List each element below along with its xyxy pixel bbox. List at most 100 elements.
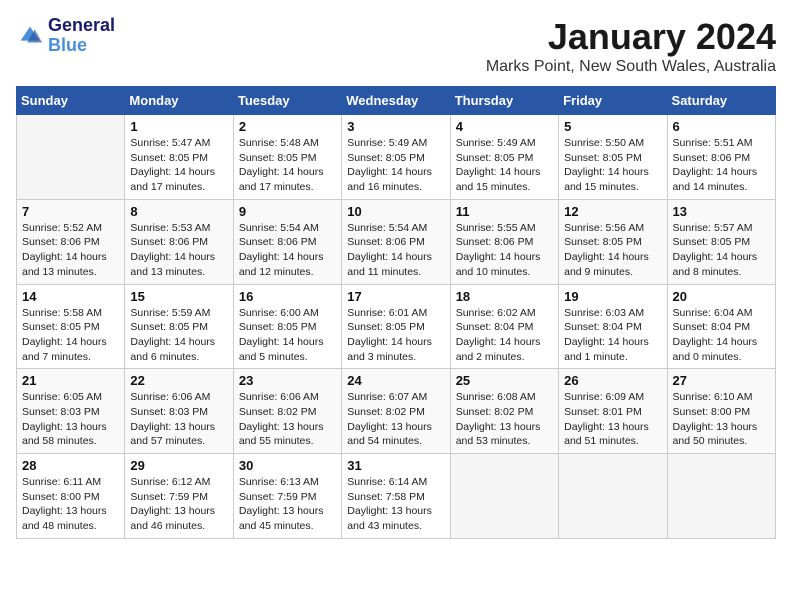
day-info: Sunrise: 6:14 AM Sunset: 7:58 PM Dayligh… — [347, 475, 444, 534]
day-number: 15 — [130, 289, 227, 304]
weekday-header-cell: Wednesday — [342, 87, 450, 115]
calendar-day-cell: 20 Sunrise: 6:04 AM Sunset: 8:04 PM Dayli… — [667, 284, 775, 369]
calendar-table: SundayMondayTuesdayWednesdayThursdayFrid… — [16, 86, 776, 539]
day-info: Sunrise: 5:51 AM Sunset: 8:06 PM Dayligh… — [673, 136, 770, 195]
day-number: 7 — [22, 204, 119, 219]
calendar-day-cell: 5Sunrise: 5:50 AM Sunset: 8:05 PM Daylig… — [559, 115, 667, 200]
calendar-day-cell: 27 Sunrise: 6:10 AM Sunset: 8:00 PM Dayli… — [667, 369, 775, 454]
calendar-day-cell: 28Sunrise: 6:11 AM Sunset: 8:00 PM Dayli… — [17, 454, 125, 539]
day-number: 4 — [456, 119, 553, 134]
calendar-day-cell: 14 Sunrise: 5:58 AM Sunset: 8:05 PM Dayli… — [17, 284, 125, 369]
calendar-day-cell — [559, 454, 667, 539]
day-number: 18 — [456, 289, 553, 304]
weekday-header-cell: Friday — [559, 87, 667, 115]
day-number: 25 — [456, 373, 553, 388]
day-number: 9 — [239, 204, 336, 219]
calendar-day-cell: 13 Sunrise: 5:57 AM Sunset: 8:05 PM Dayli… — [667, 199, 775, 284]
day-number: 30 — [239, 458, 336, 473]
day-info: Sunrise: 6:13 AM Sunset: 7:59 PM Dayligh… — [239, 475, 336, 534]
day-number: 14 — [22, 289, 119, 304]
day-number: 27 — [673, 373, 770, 388]
title-block: January 2024 Marks Point, New South Wale… — [486, 16, 776, 76]
day-info: Sunrise: 5:53 AM Sunset: 8:06 PM Dayligh… — [130, 221, 227, 280]
day-info: Sunrise: 6:12 AM Sunset: 7:59 PM Dayligh… — [130, 475, 227, 534]
day-number: 17 — [347, 289, 444, 304]
day-number: 12 — [564, 204, 661, 219]
day-number: 31 — [347, 458, 444, 473]
day-info: Sunrise: 6:06 AM Sunset: 8:03 PM Dayligh… — [130, 390, 227, 449]
calendar-day-cell: 17 Sunrise: 6:01 AM Sunset: 8:05 PM Dayli… — [342, 284, 450, 369]
weekday-header-cell: Thursday — [450, 87, 558, 115]
calendar-day-cell: 31 Sunrise: 6:14 AM Sunset: 7:58 PM Dayli… — [342, 454, 450, 539]
page-header: General Blue January 2024 Marks Point, N… — [16, 16, 776, 76]
day-info: Sunrise: 6:01 AM Sunset: 8:05 PM Dayligh… — [347, 306, 444, 365]
calendar-week-row: 14 Sunrise: 5:58 AM Sunset: 8:05 PM Dayli… — [17, 284, 776, 369]
calendar-day-cell — [667, 454, 775, 539]
weekday-header-cell: Sunday — [17, 87, 125, 115]
calendar-body: 1 Sunrise: 5:47 AM Sunset: 8:05 PM Daylig… — [17, 115, 776, 539]
day-info: Sunrise: 5:48 AM Sunset: 8:05 PM Dayligh… — [239, 136, 336, 195]
day-number: 8 — [130, 204, 227, 219]
calendar-day-cell: 21Sunrise: 6:05 AM Sunset: 8:03 PM Dayli… — [17, 369, 125, 454]
day-number: 2 — [239, 119, 336, 134]
logo-icon — [16, 22, 44, 50]
calendar-week-row: 21Sunrise: 6:05 AM Sunset: 8:03 PM Dayli… — [17, 369, 776, 454]
calendar-day-cell: 15Sunrise: 5:59 AM Sunset: 8:05 PM Dayli… — [125, 284, 233, 369]
day-info: Sunrise: 6:10 AM Sunset: 8:00 PM Dayligh… — [673, 390, 770, 449]
day-number: 10 — [347, 204, 444, 219]
day-number: 23 — [239, 373, 336, 388]
day-info: Sunrise: 6:07 AM Sunset: 8:02 PM Dayligh… — [347, 390, 444, 449]
calendar-week-row: 1 Sunrise: 5:47 AM Sunset: 8:05 PM Daylig… — [17, 115, 776, 200]
calendar-day-cell: 11 Sunrise: 5:55 AM Sunset: 8:06 PM Dayli… — [450, 199, 558, 284]
day-info: Sunrise: 5:47 AM Sunset: 8:05 PM Dayligh… — [130, 136, 227, 195]
weekday-header-cell: Saturday — [667, 87, 775, 115]
day-info: Sunrise: 6:04 AM Sunset: 8:04 PM Dayligh… — [673, 306, 770, 365]
weekday-header-cell: Tuesday — [233, 87, 341, 115]
logo-text: General Blue — [48, 16, 115, 56]
day-number: 22 — [130, 373, 227, 388]
day-number: 1 — [130, 119, 227, 134]
calendar-day-cell: 23 Sunrise: 6:06 AM Sunset: 8:02 PM Dayli… — [233, 369, 341, 454]
calendar-day-cell: 4 Sunrise: 5:49 AM Sunset: 8:05 PM Daylig… — [450, 115, 558, 200]
calendar-day-cell: 16 Sunrise: 6:00 AM Sunset: 8:05 PM Dayli… — [233, 284, 341, 369]
day-info: Sunrise: 6:06 AM Sunset: 8:02 PM Dayligh… — [239, 390, 336, 449]
calendar-day-cell: 3 Sunrise: 5:49 AM Sunset: 8:05 PM Daylig… — [342, 115, 450, 200]
calendar-day-cell: 26 Sunrise: 6:09 AM Sunset: 8:01 PM Dayli… — [559, 369, 667, 454]
day-info: Sunrise: 6:08 AM Sunset: 8:02 PM Dayligh… — [456, 390, 553, 449]
weekday-header-cell: Monday — [125, 87, 233, 115]
day-info: Sunrise: 5:58 AM Sunset: 8:05 PM Dayligh… — [22, 306, 119, 365]
calendar-day-cell: 2 Sunrise: 5:48 AM Sunset: 8:05 PM Daylig… — [233, 115, 341, 200]
day-info: Sunrise: 6:09 AM Sunset: 8:01 PM Dayligh… — [564, 390, 661, 449]
day-number: 16 — [239, 289, 336, 304]
day-info: Sunrise: 5:55 AM Sunset: 8:06 PM Dayligh… — [456, 221, 553, 280]
calendar-week-row: 7 Sunrise: 5:52 AM Sunset: 8:06 PM Daylig… — [17, 199, 776, 284]
day-info: Sunrise: 5:49 AM Sunset: 8:05 PM Dayligh… — [347, 136, 444, 195]
calendar-day-cell: 18Sunrise: 6:02 AM Sunset: 8:04 PM Dayli… — [450, 284, 558, 369]
day-info: Sunrise: 6:11 AM Sunset: 8:00 PM Dayligh… — [22, 475, 119, 534]
day-number: 3 — [347, 119, 444, 134]
day-number: 6 — [673, 119, 770, 134]
day-info: Sunrise: 5:49 AM Sunset: 8:05 PM Dayligh… — [456, 136, 553, 195]
calendar-day-cell: 24 Sunrise: 6:07 AM Sunset: 8:02 PM Dayli… — [342, 369, 450, 454]
calendar-day-cell — [17, 115, 125, 200]
day-info: Sunrise: 6:03 AM Sunset: 8:04 PM Dayligh… — [564, 306, 661, 365]
day-number: 13 — [673, 204, 770, 219]
day-info: Sunrise: 5:56 AM Sunset: 8:05 PM Dayligh… — [564, 221, 661, 280]
day-info: Sunrise: 5:57 AM Sunset: 8:05 PM Dayligh… — [673, 221, 770, 280]
calendar-week-row: 28Sunrise: 6:11 AM Sunset: 8:00 PM Dayli… — [17, 454, 776, 539]
day-number: 11 — [456, 204, 553, 219]
calendar-day-cell: 29Sunrise: 6:12 AM Sunset: 7:59 PM Dayli… — [125, 454, 233, 539]
day-number: 24 — [347, 373, 444, 388]
calendar-day-cell: 9 Sunrise: 5:54 AM Sunset: 8:06 PM Daylig… — [233, 199, 341, 284]
day-number: 5 — [564, 119, 661, 134]
logo: General Blue — [16, 16, 115, 56]
weekday-header-row: SundayMondayTuesdayWednesdayThursdayFrid… — [17, 87, 776, 115]
day-info: Sunrise: 6:00 AM Sunset: 8:05 PM Dayligh… — [239, 306, 336, 365]
calendar-day-cell: 10Sunrise: 5:54 AM Sunset: 8:06 PM Dayli… — [342, 199, 450, 284]
day-number: 20 — [673, 289, 770, 304]
day-info: Sunrise: 5:52 AM Sunset: 8:06 PM Dayligh… — [22, 221, 119, 280]
day-number: 26 — [564, 373, 661, 388]
calendar-day-cell: 25 Sunrise: 6:08 AM Sunset: 8:02 PM Dayli… — [450, 369, 558, 454]
day-info: Sunrise: 5:54 AM Sunset: 8:06 PM Dayligh… — [239, 221, 336, 280]
day-number: 21 — [22, 373, 119, 388]
